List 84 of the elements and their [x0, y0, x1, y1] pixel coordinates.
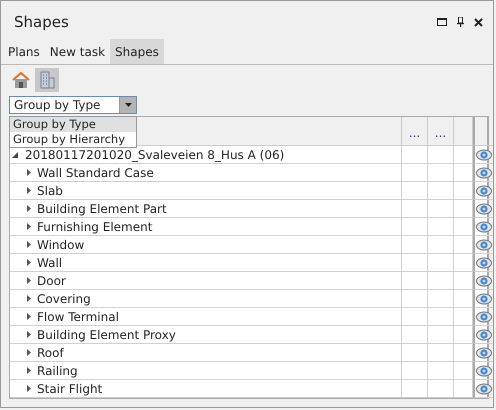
table-cell — [428, 362, 454, 380]
eye-icon[interactable] — [476, 382, 492, 394]
eye-icon[interactable] — [476, 364, 492, 376]
table-cell — [402, 290, 428, 308]
table-cell — [402, 272, 428, 290]
table-cell — [428, 200, 454, 218]
eye-icon[interactable] — [476, 256, 492, 268]
group-dropdown[interactable]: Group by Type — [9, 96, 137, 114]
expand-arrow-icon[interactable] — [27, 259, 31, 266]
eye-icon[interactable] — [476, 166, 492, 178]
expand-arrow-icon[interactable] — [27, 169, 31, 176]
expand-arrow-icon[interactable] — [27, 241, 31, 248]
table-cell — [402, 200, 428, 218]
tab[interactable]: Shapes — [110, 39, 164, 64]
house-icon — [12, 71, 30, 89]
table-cell — [428, 146, 454, 164]
tree-item[interactable]: Wall — [34, 254, 402, 272]
tree-item[interactable]: Railing — [34, 362, 402, 380]
dropdown-option[interactable]: Group by Hierarchy — [10, 132, 136, 147]
table-cell — [428, 308, 454, 326]
expand-arrow-icon[interactable] — [27, 223, 31, 230]
expand-arrow-icon[interactable] — [27, 367, 31, 374]
tab[interactable]: Plans — [3, 39, 45, 64]
table-cell — [402, 326, 428, 344]
table-cell — [428, 236, 454, 254]
collapse-arrow-icon[interactable] — [12, 152, 18, 158]
table-cell — [428, 218, 454, 236]
tree-item[interactable]: Furnishing Element — [34, 218, 402, 236]
eye-icon[interactable] — [476, 328, 492, 340]
table-cell — [402, 380, 428, 398]
table-cell — [402, 308, 428, 326]
column-header[interactable]: ... — [402, 117, 428, 146]
expand-arrow-icon[interactable] — [27, 313, 31, 320]
table-cell — [428, 290, 454, 308]
eye-icon[interactable] — [476, 346, 492, 358]
table-cell — [428, 272, 454, 290]
maximize-icon[interactable] — [437, 18, 447, 26]
expand-arrow-icon[interactable] — [27, 331, 31, 338]
tree-item[interactable]: Covering — [34, 290, 402, 308]
table-cell — [402, 362, 428, 380]
window-title: Shapes — [14, 13, 70, 31]
tree-item[interactable]: Window — [34, 236, 402, 254]
table-cell — [428, 344, 454, 362]
expand-arrow-icon[interactable] — [27, 205, 31, 212]
tree-item[interactable]: Door — [34, 272, 402, 290]
table-cell — [428, 326, 454, 344]
eye-icon[interactable] — [476, 238, 492, 250]
tree-item[interactable]: Slab — [34, 182, 402, 200]
tree-item[interactable]: Flow Terminal — [34, 308, 402, 326]
expand-arrow-icon[interactable] — [27, 277, 31, 284]
building-icon — [39, 71, 55, 89]
table-cell — [402, 182, 428, 200]
eye-icon[interactable] — [476, 274, 492, 286]
table-cell — [402, 218, 428, 236]
dropdown-option[interactable]: Group by Type — [10, 117, 136, 132]
eye-icon[interactable] — [476, 148, 492, 160]
tree-item[interactable]: Building Element Part — [34, 200, 402, 218]
tree-item[interactable]: Building Element Proxy — [34, 326, 402, 344]
expand-arrow-icon[interactable] — [27, 295, 31, 302]
close-icon[interactable] — [474, 18, 483, 26]
table-cell — [402, 236, 428, 254]
expand-arrow-icon[interactable] — [27, 187, 31, 194]
table-cell — [428, 164, 454, 182]
eye-icon[interactable] — [476, 220, 492, 232]
table-cell — [402, 254, 428, 272]
expand-arrow-icon[interactable] — [27, 385, 31, 392]
eye-icon[interactable] — [476, 310, 492, 322]
tree-item[interactable]: Wall Standard Case — [34, 164, 402, 182]
expand-arrow-icon[interactable] — [27, 349, 31, 356]
table-cell — [428, 182, 454, 200]
tree-item[interactable]: Roof — [34, 344, 402, 362]
tree-item[interactable]: Stair Flight — [34, 380, 402, 398]
eye-icon[interactable] — [476, 292, 492, 304]
table-cell — [402, 164, 428, 182]
table-cell — [428, 380, 454, 398]
table-cell — [402, 146, 428, 164]
tab[interactable]: New task — [44, 39, 110, 64]
eye-icon[interactable] — [476, 184, 492, 196]
dropdown-arrow-icon[interactable] — [124, 103, 132, 107]
column-header[interactable]: ... — [428, 117, 454, 146]
table-cell — [428, 254, 454, 272]
pin-icon[interactable] — [457, 17, 464, 27]
eye-icon[interactable] — [476, 202, 492, 214]
table-cell — [402, 344, 428, 362]
